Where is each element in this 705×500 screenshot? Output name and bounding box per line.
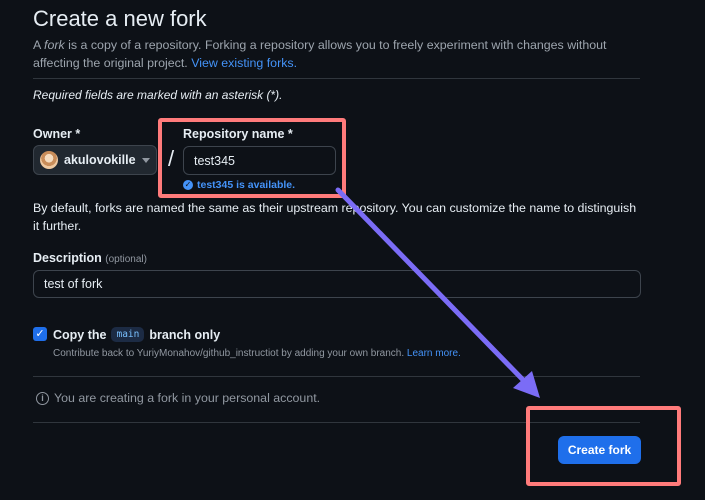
fork-name-helper-text: By default, forks are named the same as …: [33, 201, 637, 233]
personal-account-note: i You are creating a fork in your person…: [36, 391, 320, 405]
description-label: Description (optional): [33, 251, 147, 265]
highlight-box-create-fork: [526, 406, 681, 486]
contribute-note: Contribute back to YuriyMonahov/github_i…: [53, 348, 461, 359]
owner-dropdown[interactable]: akulovokille: [33, 145, 157, 175]
owner-value: akulovokille: [64, 153, 136, 167]
info-icon: i: [36, 391, 49, 405]
optional-tag: (optional): [105, 254, 147, 265]
page-title: Create a new fork: [33, 6, 207, 31]
divider-top: [33, 78, 640, 79]
description-input[interactable]: test of fork: [33, 270, 641, 298]
chevron-down-icon: [142, 157, 150, 163]
required-fields-note: Required fields are marked with an aster…: [33, 88, 283, 102]
learn-more-link[interactable]: Learn more.: [407, 348, 461, 359]
description-value: test of fork: [44, 277, 103, 291]
branch-name-code: main: [111, 327, 145, 342]
view-existing-forks-link[interactable]: View existing forks.: [191, 56, 297, 70]
owner-label: Owner *: [33, 127, 81, 141]
highlight-box-repository-name: [158, 118, 346, 198]
intro-text: A fork is a copy of a repository. Forkin…: [33, 38, 607, 70]
divider-middle: [33, 376, 640, 377]
copy-branch-label: Copy the main branch only: [53, 327, 221, 342]
fork-word: fork: [44, 38, 65, 52]
copy-main-branch-checkbox[interactable]: ✓: [33, 327, 47, 341]
avatar: [40, 151, 58, 169]
